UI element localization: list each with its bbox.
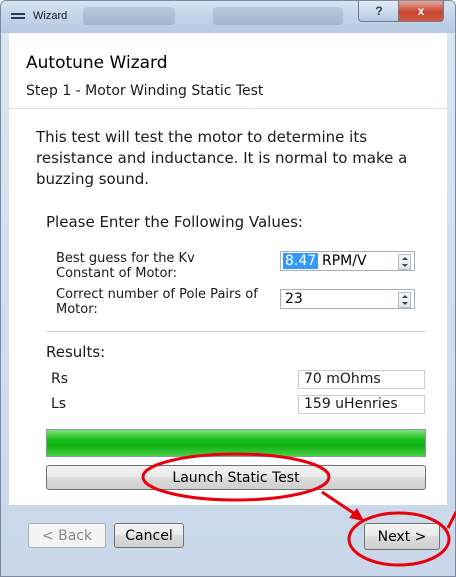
close-button[interactable]: x bbox=[398, 1, 444, 22]
wizard-window-icon bbox=[11, 13, 25, 19]
background-window-title-blur bbox=[83, 7, 175, 25]
wizard-footer: < Back Cancel Next > bbox=[1, 505, 455, 576]
pole-pairs-label: Correct number of Pole Pairs of Motor: bbox=[56, 287, 258, 317]
wizard-title: Autotune Wizard bbox=[26, 53, 168, 73]
wizard-header: Autotune Wizard Step 1 - Motor Winding S… bbox=[9, 33, 447, 108]
background-window-title-blur bbox=[213, 7, 343, 25]
results-label: Results: bbox=[46, 343, 106, 361]
step-title: Step 1 - Motor Winding Static Test bbox=[26, 83, 264, 99]
kv-constant-spinbox[interactable]: 8.47 RPM/V bbox=[280, 251, 415, 271]
wizard-window: Wizard ? x Autotune Wizard Step 1 - Moto… bbox=[0, 0, 456, 577]
values-prompt: Please Enter the Following Values: bbox=[46, 213, 303, 231]
test-progress-bar bbox=[46, 429, 426, 457]
help-button[interactable]: ? bbox=[358, 1, 400, 22]
pole-spin-arrows-icon[interactable] bbox=[398, 292, 411, 308]
ls-value: 159 uHenries bbox=[298, 395, 425, 414]
next-button[interactable]: Next > bbox=[364, 523, 440, 550]
ls-label: Ls bbox=[51, 396, 67, 412]
section-divider bbox=[46, 331, 426, 332]
wizard-content: This test will test the motor to determi… bbox=[9, 109, 447, 505]
cancel-button[interactable]: Cancel bbox=[114, 523, 184, 548]
rs-label: Rs bbox=[51, 371, 69, 387]
test-progress-fill bbox=[47, 430, 425, 456]
pole-pairs-value[interactable]: 23 bbox=[285, 291, 303, 307]
launch-static-test-button[interactable]: Launch Static Test bbox=[46, 465, 426, 490]
window-title: Wizard bbox=[33, 10, 68, 22]
kv-constant-value[interactable]: 8.47 bbox=[283, 253, 319, 269]
kv-constant-unit: RPM/V bbox=[322, 253, 367, 269]
test-description: This test will test the motor to determi… bbox=[36, 128, 408, 188]
title-bar[interactable]: Wizard ? x bbox=[1, 1, 455, 33]
kv-spin-arrows-icon[interactable] bbox=[398, 254, 411, 270]
rs-value: 70 mOhms bbox=[298, 370, 425, 389]
back-button[interactable]: < Back bbox=[28, 523, 106, 548]
pole-pairs-spinbox[interactable]: 23 bbox=[280, 289, 415, 309]
kv-constant-label: Best guess for the Kv Constant of Motor: bbox=[56, 251, 195, 281]
